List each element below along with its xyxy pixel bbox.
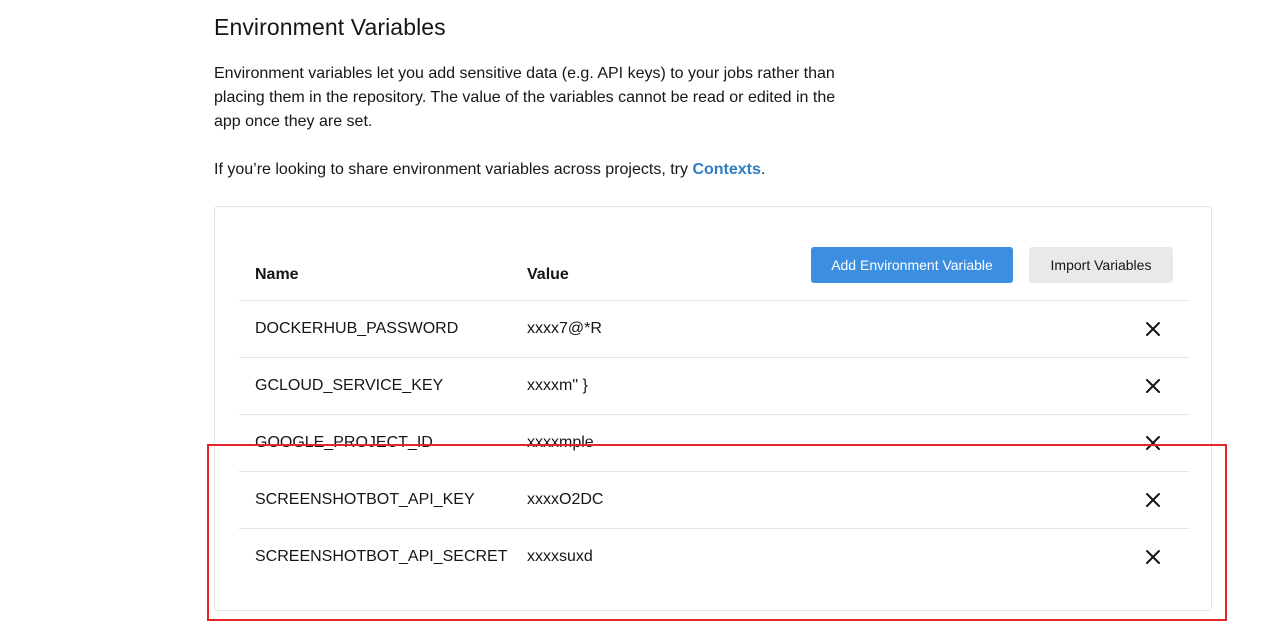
share-note-suffix: . xyxy=(760,161,766,178)
env-variables-card: Name Value Add Environment Variable Impo… xyxy=(214,206,1212,611)
variable-value: xxxxmple xyxy=(527,434,594,451)
close-icon[interactable] xyxy=(1145,549,1161,565)
table-row: GCLOUD_SERVICE_KEY xxxxm" } xyxy=(239,358,1189,415)
column-header-name: Name xyxy=(255,266,299,283)
close-icon[interactable] xyxy=(1145,378,1161,394)
table-row: GOOGLE_PROJECT_ID xxxxmple xyxy=(239,415,1189,472)
environment-variables-page: Environment Variables Environment variab… xyxy=(0,0,1263,637)
close-icon[interactable] xyxy=(1145,321,1161,337)
variable-name: GCLOUD_SERVICE_KEY xyxy=(255,377,444,394)
close-icon[interactable] xyxy=(1145,435,1161,451)
variable-value: xxxxsuxd xyxy=(527,548,593,565)
variable-name: SCREENSHOTBOT_API_KEY xyxy=(255,491,475,508)
variable-name: GOOGLE_PROJECT_ID xyxy=(255,434,433,451)
page-title: Environment Variables xyxy=(214,14,446,40)
contexts-link[interactable]: Contexts xyxy=(692,161,760,178)
variable-name: SCREENSHOTBOT_API_SECRET xyxy=(255,548,508,565)
column-header-value: Value xyxy=(527,266,569,283)
table-header: Name Value Add Environment Variable Impo… xyxy=(239,247,1189,301)
variable-value: xxxxm" } xyxy=(527,377,588,394)
table-row: SCREENSHOTBOT_API_SECRET xxxxsuxd xyxy=(239,529,1189,585)
variable-value: xxxx7@*R xyxy=(527,320,602,337)
share-note-text: If you’re looking to share environment v… xyxy=(214,161,693,178)
table-row: DOCKERHUB_PASSWORD xxxx7@*R xyxy=(239,301,1189,358)
page-description: Environment variables let you add sensit… xyxy=(214,65,836,130)
variable-name: DOCKERHUB_PASSWORD xyxy=(255,320,459,337)
import-variables-button[interactable]: Import Variables xyxy=(1029,247,1173,283)
variable-value: xxxxO2DC xyxy=(527,491,604,508)
share-note: If you’re looking to share environment v… xyxy=(214,158,765,182)
table-row: SCREENSHOTBOT_API_KEY xxxxO2DC xyxy=(239,472,1189,529)
add-environment-variable-button[interactable]: Add Environment Variable xyxy=(811,247,1013,283)
close-icon[interactable] xyxy=(1145,492,1161,508)
